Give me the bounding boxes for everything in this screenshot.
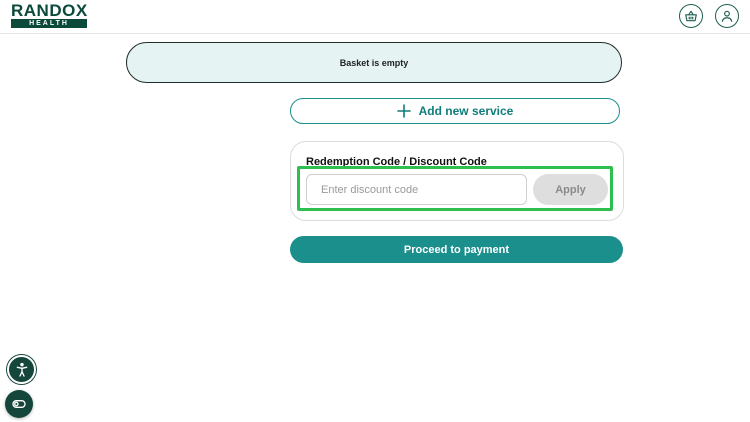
basket-empty-notice: Basket is empty xyxy=(126,42,622,83)
logo-subtitle: HEALTH xyxy=(11,19,87,28)
proceed-to-payment-button[interactable]: Proceed to payment xyxy=(290,236,623,263)
accessibility-icon xyxy=(16,362,27,377)
plus-icon xyxy=(396,104,411,118)
randox-health-logo[interactable]: RANDOX HEALTH xyxy=(11,1,88,28)
account-button[interactable] xyxy=(715,4,739,28)
basket-button[interactable] xyxy=(679,4,703,28)
account-icon xyxy=(721,10,733,22)
site-header: RANDOX HEALTH xyxy=(0,0,750,34)
basket-icon xyxy=(685,10,697,22)
accessibility-button[interactable] xyxy=(7,355,36,384)
add-new-service-label: Add new service xyxy=(418,104,514,118)
basket-empty-text: Basket is empty xyxy=(339,57,409,68)
add-new-service-button[interactable]: Add new service xyxy=(290,98,620,124)
cookie-settings-icon xyxy=(12,400,26,408)
logo-wordmark: RANDOX xyxy=(11,1,88,20)
discount-code-highlight xyxy=(297,166,613,211)
checkout-page: RANDOX HEALTH Basket is empty Add new se… xyxy=(0,0,750,422)
cookie-settings-button[interactable] xyxy=(5,390,33,418)
